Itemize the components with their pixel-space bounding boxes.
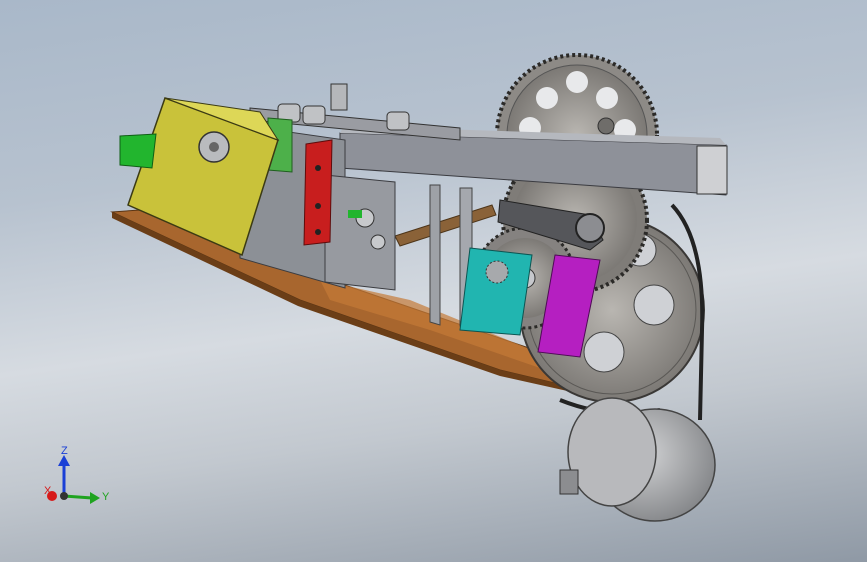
red-block-hole-2 <box>315 203 321 209</box>
axis-y-label: Y <box>102 491 110 503</box>
housing-pulley-hub <box>209 142 219 152</box>
teal-gear <box>485 260 509 284</box>
top-knob <box>330 83 348 111</box>
rail-roller-2 <box>302 105 326 125</box>
rail-roller-3 <box>386 111 410 131</box>
red-block-hole-1 <box>315 165 321 171</box>
beam-end-bracket <box>696 145 728 195</box>
shaft-hub-2 <box>370 234 386 250</box>
diagonal-strut <box>394 204 497 247</box>
red-block-hole-3 <box>315 229 321 235</box>
axis-triad <box>47 455 100 504</box>
electric-motor[interactable] <box>559 397 716 522</box>
green-shaft <box>348 210 362 218</box>
axis-z-label: Z <box>61 445 68 457</box>
3d-viewport[interactable]: Z Y X <box>0 0 867 562</box>
green-motor[interactable] <box>119 133 157 169</box>
crank-pivot <box>575 213 605 243</box>
center-plate-right <box>324 174 396 291</box>
frame-column-left <box>429 184 441 326</box>
axis-x-label: X <box>44 485 52 497</box>
assembly-model[interactable]: Z Y X <box>0 0 867 562</box>
